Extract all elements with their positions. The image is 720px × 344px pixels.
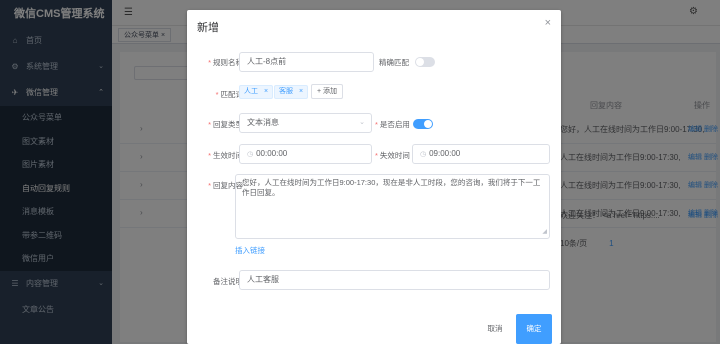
remark-label: 备注说明: [213, 277, 243, 286]
close-icon[interactable]: ×: [264, 88, 268, 95]
time-value: 09:00:00: [429, 149, 461, 158]
reply-type-select[interactable]: 文本消息 ⌄: [239, 113, 372, 133]
rule-name-field[interactable]: 人工-8点前: [239, 52, 374, 72]
exact-match-label: 精确匹配: [379, 58, 409, 67]
reply-content-textarea[interactable]: 您好，人工在线时间为工作日9:00-17:30，现在是非人工时段，您的咨询，我们…: [235, 174, 550, 239]
enabled-switch[interactable]: [413, 119, 433, 129]
cancel-button[interactable]: 取消: [477, 314, 513, 344]
required-mark: *: [208, 58, 211, 67]
effective-time-picker[interactable]: ◷ 00:00:00: [239, 144, 372, 164]
required-mark: *: [375, 151, 378, 160]
textarea-text: 您好，人工在线时间为工作日9:00-17:30，现在是非人工时段，您的咨询，我们…: [242, 178, 541, 197]
clock-icon: ◷: [247, 151, 254, 158]
keyword-text: 人工: [244, 88, 258, 95]
expire-time-picker[interactable]: ◷ 09:00:00: [412, 144, 550, 164]
keyword-tag: 人工 ×: [239, 85, 274, 99]
remark-field[interactable]: 人工客服: [239, 270, 550, 290]
required-mark: *: [208, 151, 211, 160]
add-keyword-button[interactable]: + 添加: [311, 84, 344, 99]
rule-name-label: * 规则名称: [199, 57, 243, 68]
add-rule-dialog: 新增 × * 规则名称 人工-8点前 精确匹配 * 匹配词 人工 × 客服 × + 添加…: [187, 10, 561, 344]
insert-link-button[interactable]: 插入链接: [235, 245, 265, 256]
switch-knob: [416, 58, 424, 66]
keyword-tag: 客服 ×: [274, 85, 309, 99]
close-icon[interactable]: ×: [545, 17, 551, 29]
required-mark: *: [375, 120, 378, 129]
expire-time-label: * 失效时间: [375, 150, 410, 161]
confirm-button[interactable]: 确定: [516, 314, 552, 344]
label-text: 失效时间: [379, 151, 410, 160]
time-value: 00:00:00: [256, 149, 288, 158]
reply-type-label: * 回复类型: [199, 119, 243, 130]
keyword-text: 客服: [279, 88, 293, 95]
effective-time-label: * 生效时间: [199, 150, 243, 161]
selected-value: 文本消息: [247, 118, 279, 127]
exact-match-switch[interactable]: [415, 57, 435, 67]
keywords-label: * 匹配词: [205, 89, 243, 100]
resize-handle-icon[interactable]: ◢: [542, 227, 547, 237]
required-mark: *: [208, 181, 211, 190]
enabled-label: * 是否启用: [375, 119, 410, 130]
close-icon[interactable]: ×: [299, 88, 303, 95]
required-mark: *: [208, 120, 211, 129]
dialog-title: 新增: [197, 22, 219, 34]
clock-icon: ◷: [420, 151, 427, 158]
label-text: 是否启用: [379, 120, 410, 129]
chevron-down-icon: ⌄: [359, 119, 365, 126]
switch-knob: [424, 120, 432, 128]
required-mark: *: [215, 90, 219, 99]
